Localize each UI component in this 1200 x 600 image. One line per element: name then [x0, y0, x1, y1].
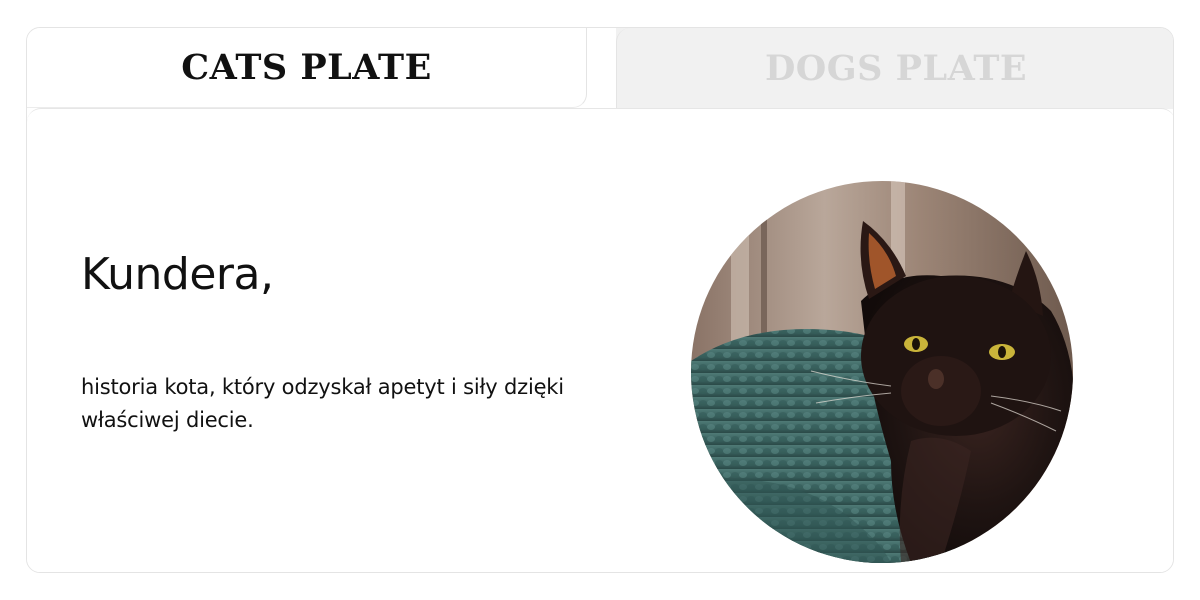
cats-plate-panel: Kundera, historia kota, który odzyskał a…	[27, 108, 1173, 572]
tab-cats-plate-label: CATS PLATE	[181, 47, 432, 88]
tab-cats-plate[interactable]: CATS PLATE	[27, 28, 587, 108]
page: CATS PLATE DOGS PLATE Kundera, historia …	[0, 0, 1200, 600]
plate-card: CATS PLATE DOGS PLATE Kundera, historia …	[26, 27, 1174, 573]
story-description: historia kota, który odzyskał apetyt i s…	[81, 375, 564, 432]
story-title: Kundera,	[81, 249, 274, 300]
cat-photo	[691, 181, 1073, 563]
tab-dogs-plate[interactable]: DOGS PLATE	[616, 28, 1173, 108]
tab-separator	[587, 28, 616, 109]
tab-dogs-plate-label: DOGS PLATE	[764, 47, 1028, 89]
cat-photo-illustration	[691, 181, 1073, 563]
